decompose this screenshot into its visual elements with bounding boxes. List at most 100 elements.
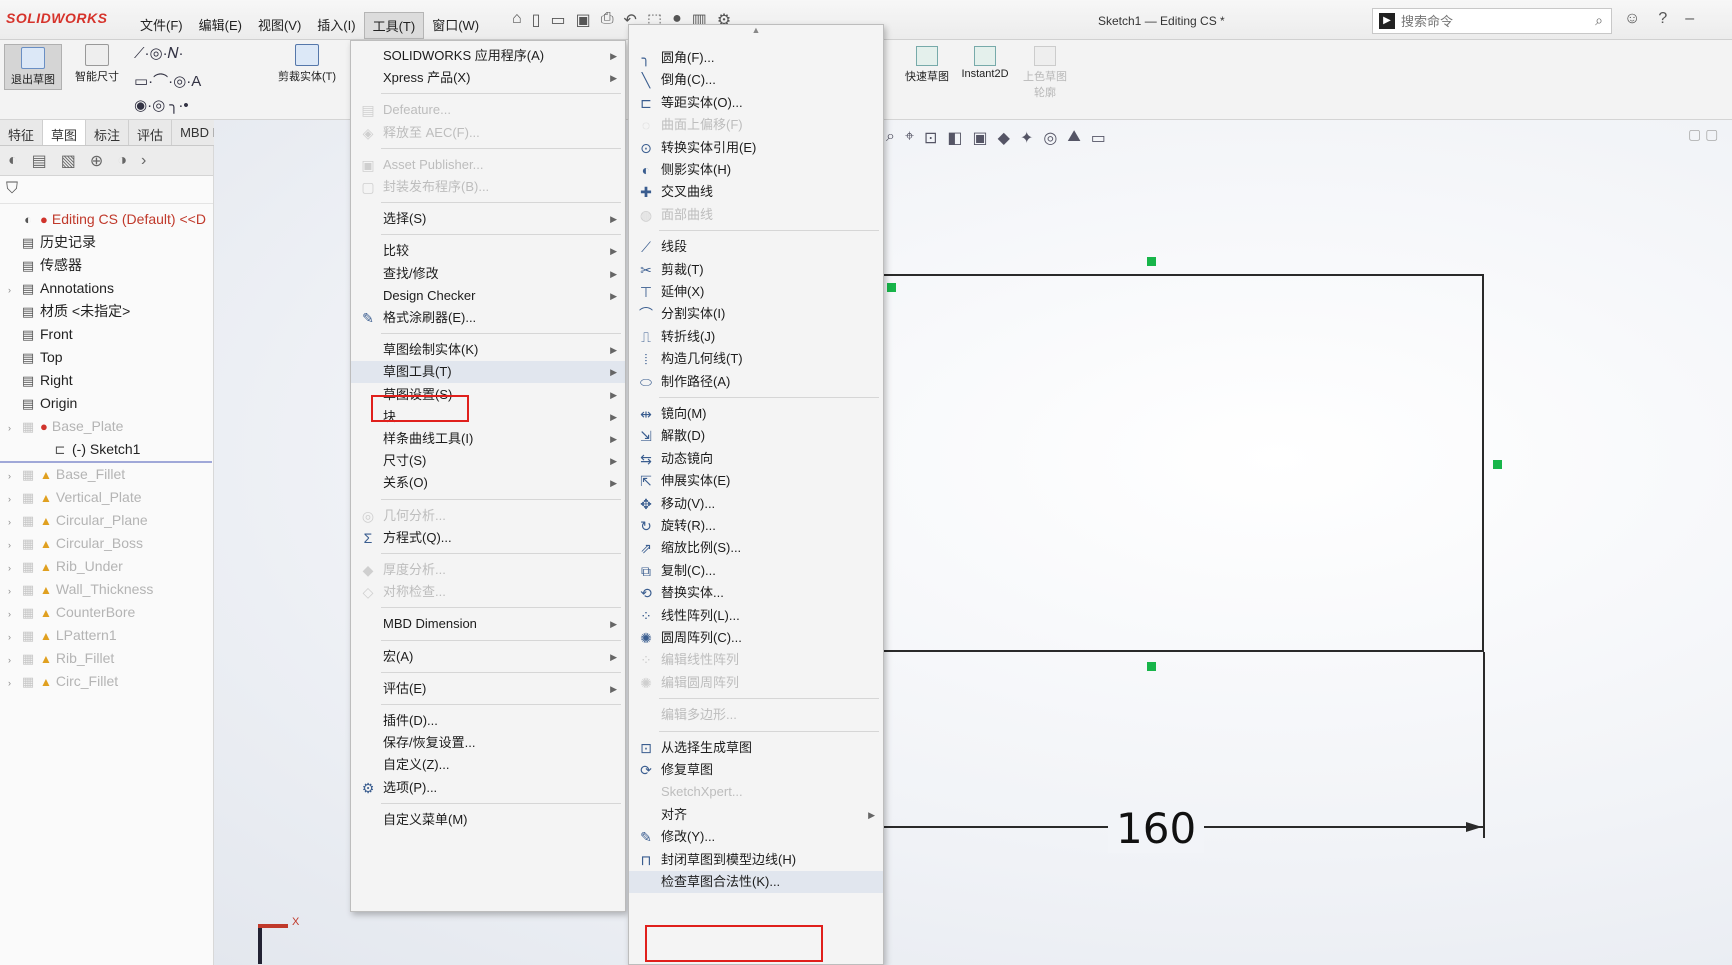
expand-icon[interactable]: › (8, 534, 20, 557)
tree-node[interactable]: ▤ 材质 <未指定> (0, 300, 213, 323)
expand-icon[interactable]: › (8, 279, 20, 302)
tab-2[interactable]: 草图 (43, 120, 87, 145)
menu-item[interactable]: 关系(O) ▶ (351, 472, 625, 494)
menu-item[interactable]: ⊏ 等距实体(O)... (629, 92, 883, 114)
quick-snaps-button[interactable]: 快速草图 (904, 46, 950, 84)
menu-item[interactable]: ↻ 旋转(R)... (629, 515, 883, 537)
menu-item[interactable]: ◐ 侧影实体(H) (629, 159, 883, 181)
menu-item[interactable]: ⌒ 分割实体(I) (629, 303, 883, 325)
display-manager-icon[interactable]: ◑ (117, 152, 127, 170)
menu-item[interactable]: 自定义菜单(M) (351, 809, 625, 831)
expand-icon[interactable]: › (8, 649, 20, 672)
appearance-icon[interactable]: ◎ (1043, 128, 1057, 148)
tree-node[interactable]: › ▦ ▲ Base_Fillet (0, 463, 213, 486)
expand-icon[interactable]: › (8, 465, 20, 488)
menu-item[interactable]: 自定义(Z)... (351, 754, 625, 776)
help-icon[interactable]: ? (1658, 10, 1667, 28)
menu-item[interactable]: ⊡ 从选择生成草图 (629, 737, 883, 759)
menu-item[interactable]: 保存/恢复设置... (351, 732, 625, 754)
midpoint-handle-top[interactable] (1147, 257, 1156, 266)
menu-item[interactable]: 对齐 ▶ (629, 804, 883, 826)
midpoint-handle-right[interactable] (1493, 460, 1502, 469)
menu-4[interactable]: 插入(I) (309, 12, 363, 39)
tree-node[interactable]: ▤ Origin (0, 392, 213, 415)
tree-node[interactable]: › ▦ ● Base_Plate (0, 415, 213, 438)
exit-sketch-button[interactable]: 退出草图 (4, 44, 62, 90)
dimxpert-icon[interactable]: ⊕ (90, 151, 103, 171)
menu-item[interactable]: ⇆ 动态镜向 (629, 448, 883, 470)
menu-item[interactable]: MBD Dimension ▶ (351, 613, 625, 635)
menu-item[interactable]: 评估(E) ▶ (351, 678, 625, 700)
tree-node[interactable]: › ▦ ▲ Rib_Fillet (0, 647, 213, 670)
tree-node[interactable]: › ▦ ▲ Circ_Fillet (0, 670, 213, 693)
open-icon[interactable]: ▭ (550, 10, 565, 30)
menu-item[interactable]: ⧉ 复制(C)... (629, 560, 883, 582)
instant2d-button[interactable]: Instant2D (954, 46, 1016, 80)
save-icon[interactable]: ▣ (576, 10, 591, 30)
expand-icon[interactable]: › (8, 603, 20, 626)
menu-item[interactable]: Σ 方程式(Q)... (351, 527, 625, 549)
display-style-icon[interactable]: ◆ (998, 128, 1010, 148)
expand-icon[interactable]: › (8, 557, 20, 580)
menu-item[interactable]: ⎍ 转折线(J) (629, 326, 883, 348)
menu-item[interactable]: ⊤ 延伸(X) (629, 281, 883, 303)
trim-button[interactable]: 剪裁实体(T) (272, 44, 342, 84)
menu-item[interactable]: 查找/修改 ▶ (351, 263, 625, 285)
slot-icon[interactable]: ◉·◎ ╮·• (134, 96, 189, 114)
menu-item[interactable]: 检查草图合法性(K)... (629, 871, 883, 893)
tree-node[interactable]: › ▦ ▲ Wall_Thickness (0, 578, 213, 601)
rectangle-icon[interactable]: ▭·⌒·◎·A (134, 70, 201, 91)
menu-item[interactable]: 尺寸(S) ▶ (351, 450, 625, 472)
expand-icon[interactable]: › (8, 672, 20, 695)
print-icon[interactable]: ⎙ (601, 10, 614, 30)
previous-view-icon[interactable]: ⊡ (924, 128, 937, 148)
endpoint-handle-left[interactable] (887, 283, 896, 292)
new-doc-icon[interactable]: ▯ (532, 10, 541, 30)
expand-icon[interactable]: › (8, 417, 20, 440)
smart-dimension-button[interactable]: 智能尺寸 (68, 44, 126, 84)
dimension-value[interactable]: 160 (1108, 804, 1205, 853)
property-manager-icon[interactable]: ▤ (32, 151, 47, 171)
hide-show-icon[interactable]: ✦ (1020, 128, 1033, 148)
tree-node[interactable]: › ▦ ▲ Circular_Boss (0, 532, 213, 555)
menu-item[interactable]: ⊓ 封闭草图到模型边线(H) (629, 849, 883, 871)
menu-item[interactable]: 宏(A) ▶ (351, 646, 625, 668)
menu-item[interactable]: 选择(S) ▶ (351, 208, 625, 230)
tree-node[interactable]: ▤ Front (0, 323, 213, 346)
tree-node[interactable]: ⊏ (-) Sketch1 (0, 438, 213, 461)
menu-1[interactable]: 文件(F) (132, 12, 191, 39)
tree-node[interactable]: ▤ 传感器 (0, 254, 213, 277)
menu-item[interactable]: ⟲ 替换实体... (629, 582, 883, 604)
menu-3[interactable]: 视图(V) (250, 12, 309, 39)
tree-node[interactable]: › ▤ Annotations (0, 277, 213, 300)
menu-item[interactable]: ⚙ 选项(P)... (351, 777, 625, 799)
minimize-icon[interactable]: – (1685, 10, 1694, 28)
menu-6[interactable]: 窗口(W) (424, 12, 487, 39)
menu-item[interactable]: 草图工具(T) ▶ (351, 361, 625, 384)
menu-item[interactable]: 样条曲线工具(I) ▶ (351, 428, 625, 450)
menu-item[interactable]: ⟋ 线段 (629, 236, 883, 258)
sketch-rectangle[interactable] (884, 274, 1484, 652)
menu-item[interactable]: ✥ 移动(V)... (629, 493, 883, 515)
tab-1[interactable]: 特征 (0, 120, 44, 145)
more-tabs-icon[interactable]: › (141, 152, 146, 170)
tree-node[interactable]: › ▦ ▲ LPattern1 (0, 624, 213, 647)
menu-item[interactable]: 草图绘制实体(K) ▶ (351, 339, 625, 361)
menu-2[interactable]: 编辑(E) (191, 12, 250, 39)
menu-item[interactable]: SOLIDWORKS 应用程序(A) ▶ (351, 45, 625, 67)
menu-item[interactable]: ✺ 圆周阵列(C)... (629, 627, 883, 649)
menu-item[interactable]: ⇱ 伸展实体(E) (629, 470, 883, 492)
expand-icon[interactable]: › (8, 580, 20, 603)
menu-item[interactable]: ⇹ 镜向(M) (629, 403, 883, 425)
menu-item[interactable]: Design Checker ▶ (351, 285, 625, 307)
menu-item[interactable]: ╮ 圆角(F)... (629, 47, 883, 69)
tree-node[interactable]: › ▦ ▲ Circular_Plane (0, 509, 213, 532)
menu-item[interactable]: 比较 ▶ (351, 240, 625, 262)
tree-node[interactable]: › ▦ ▲ Rib_Under (0, 555, 213, 578)
menu-item[interactable]: ✎ 格式涂刷器(E)... (351, 307, 625, 329)
midpoint-handle-bottom[interactable] (1147, 662, 1156, 671)
menu-item[interactable]: ╲ 倒角(C)... (629, 69, 883, 91)
expand-icon[interactable]: › (8, 511, 20, 534)
config-manager-icon[interactable]: ▧ (61, 151, 76, 171)
feature-tree-icon[interactable]: ◐ (8, 152, 18, 170)
